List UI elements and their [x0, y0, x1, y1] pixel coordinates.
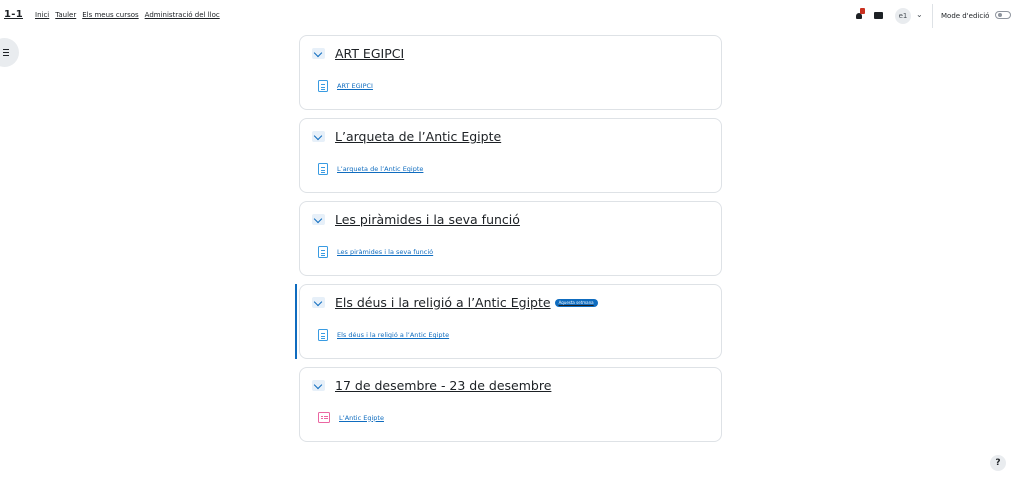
user-menu-chevron-down-icon[interactable]: ⌄	[916, 10, 923, 19]
course-section: Les piràmides i la seva funció Les piràm…	[299, 201, 722, 276]
page-icon	[318, 163, 328, 175]
section-collapse-button[interactable]	[312, 297, 325, 308]
course-section: L’arqueta de l’Antic Egipte L’arqueta de…	[299, 118, 722, 193]
activity-item: L’arqueta de l’Antic Egipte	[318, 163, 423, 175]
page-icon	[318, 329, 328, 341]
site-brand[interactable]: 1-1	[4, 9, 23, 20]
section-title-text: L’arqueta de l’Antic Egipte	[335, 129, 502, 144]
chevron-down-icon	[313, 131, 323, 141]
activity-link[interactable]: Les piràmides i la seva funció	[337, 248, 433, 256]
section-title[interactable]: ART EGIPCI	[335, 46, 404, 61]
chevron-down-icon	[313, 297, 323, 307]
nav-link-tauler[interactable]: Tauler	[55, 11, 76, 19]
section-title-text: 17 de desembre - 23 de desembre	[335, 378, 552, 393]
page-icon	[318, 246, 328, 258]
current-week-badge: Aquesta setmana	[554, 298, 598, 307]
nav-link-inici[interactable]: Inici	[35, 11, 49, 19]
forum-icon	[318, 412, 330, 423]
section-title-text: Les piràmides i la seva funció	[335, 212, 520, 227]
chevron-down-icon	[313, 214, 323, 224]
section-title-text: Els déus i la religió a l’Antic Egipte	[335, 295, 551, 310]
activity-item: Les piràmides i la seva funció	[318, 246, 433, 258]
course-section: ART EGIPCI ART EGIPCI	[299, 35, 722, 110]
top-navbar: 1-1 Inici Tauler Els meus cursos Adminis…	[0, 0, 1024, 32]
activity-link[interactable]: L’arqueta de l’Antic Egipte	[337, 165, 423, 173]
edit-mode-label: Mode d'edició	[941, 12, 990, 20]
section-title[interactable]: 17 de desembre - 23 de desembre	[335, 378, 551, 393]
messages-chat-icon[interactable]	[874, 12, 883, 19]
primary-navigation: Inici Tauler Els meus cursos Administrac…	[35, 11, 220, 19]
edit-mode-toggle[interactable]	[995, 11, 1011, 19]
chevron-down-icon	[313, 380, 323, 390]
page-icon	[318, 80, 328, 92]
notification-count-badge	[860, 8, 865, 14]
course-section-current: Els déus i la religió a l’Antic Egipte A…	[295, 284, 722, 359]
course-section: 17 de desembre - 23 de desembre L’Antic …	[299, 367, 722, 442]
activity-item: Els déus i la religió a l’Antic Egipte	[318, 329, 449, 341]
section-collapse-button[interactable]	[312, 214, 325, 225]
list-icon	[3, 49, 9, 57]
chevron-down-icon	[313, 48, 323, 58]
section-collapse-button[interactable]	[312, 48, 325, 59]
user-avatar[interactable]: e1	[895, 8, 911, 24]
section-collapse-button[interactable]	[312, 131, 325, 142]
section-title[interactable]: L’arqueta de l’Antic Egipte	[335, 129, 501, 144]
activity-link[interactable]: L’Antic Egipte	[339, 414, 384, 422]
section-title-text: ART EGIPCI	[335, 46, 405, 61]
navbar-divider	[932, 4, 933, 28]
notifications-bell-icon[interactable]	[856, 8, 865, 20]
course-content: ART EGIPCI ART EGIPCI L’arqueta de l’Ant…	[295, 35, 722, 450]
course-index-drawer-button[interactable]	[0, 38, 19, 67]
activity-item: L’Antic Egipte	[318, 412, 384, 423]
section-title[interactable]: Els déus i la religió a l’Antic Egipte A…	[335, 295, 598, 310]
nav-link-els-meus-cursos[interactable]: Els meus cursos	[82, 11, 138, 19]
activity-item: ART EGIPCI	[318, 80, 373, 92]
toggle-knob	[998, 13, 1002, 17]
nav-link-administracio[interactable]: Administració del lloc	[145, 11, 220, 19]
activity-link[interactable]: ART EGIPCI	[337, 82, 373, 90]
section-collapse-button[interactable]	[312, 380, 325, 391]
help-button[interactable]: ?	[990, 455, 1006, 471]
section-title[interactable]: Les piràmides i la seva funció	[335, 212, 520, 227]
activity-link[interactable]: Els déus i la religió a l’Antic Egipte	[337, 331, 449, 339]
